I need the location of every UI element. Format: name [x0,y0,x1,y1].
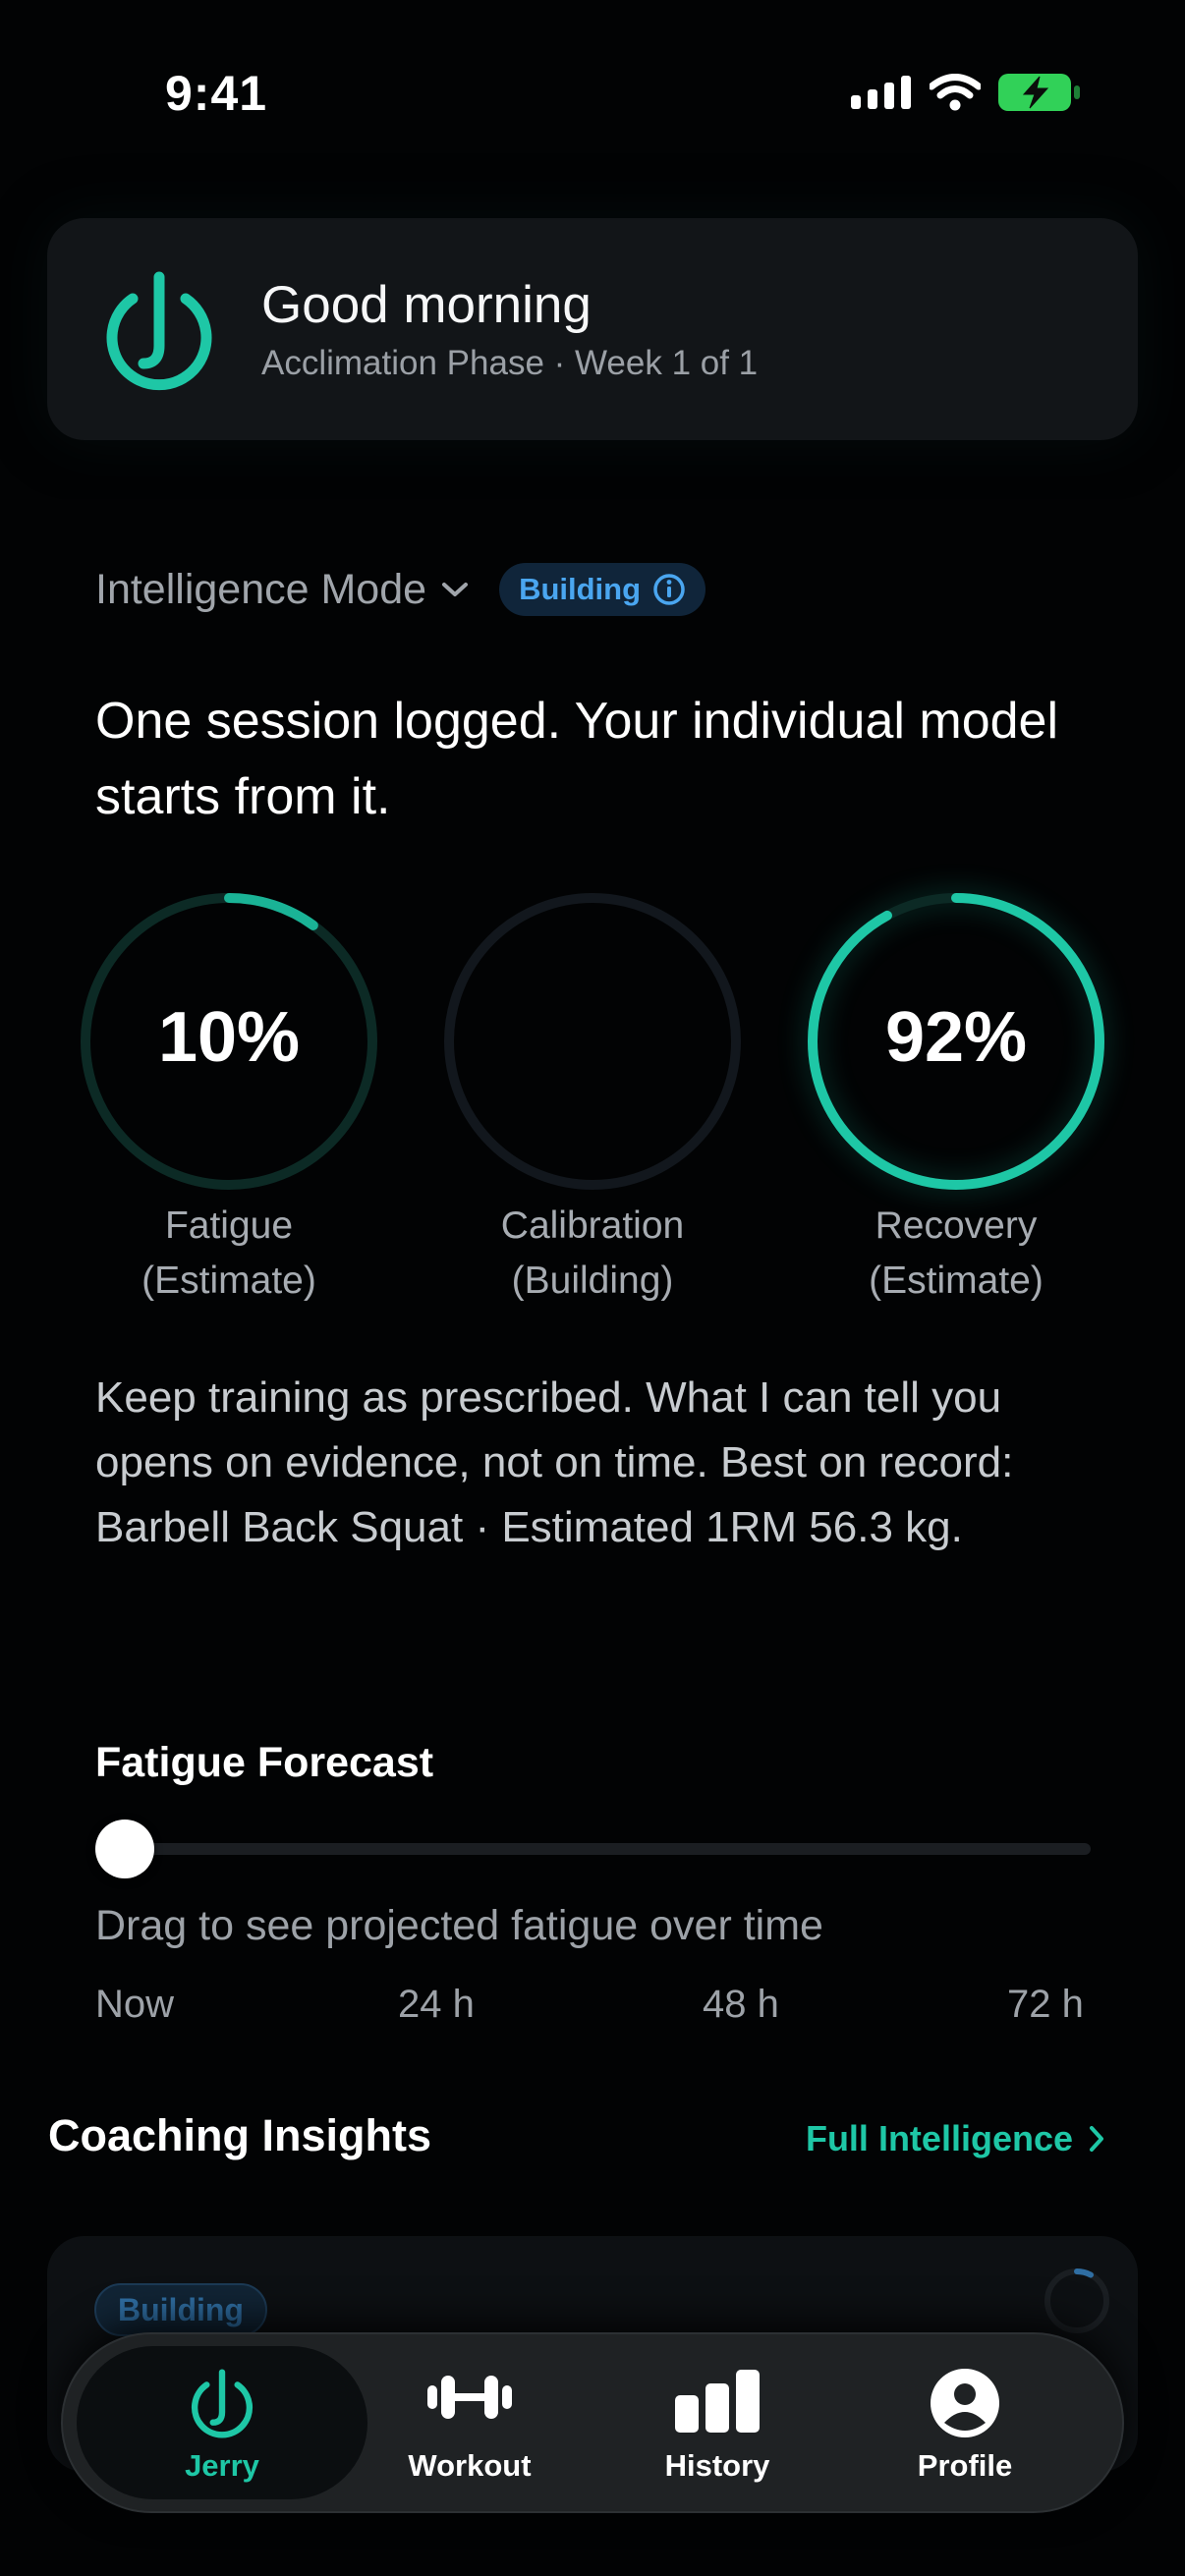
fatigue-metric[interactable]: 10% Fatigue (Estimate) [72,884,386,1316]
forecast-caption: Drag to see projected fatigue over time [95,1902,823,1949]
recovery-metric[interactable]: 92% Recovery (Estimate) [799,884,1113,1316]
tab-workout-label: Workout [408,2448,532,2483]
chevron-down-icon[interactable] [440,580,470,599]
forecast-slider-thumb[interactable] [95,1820,154,1878]
fatigue-value: 10% [157,998,301,1077]
fatigue-label-text: Fatigue [164,1204,294,1247]
calibration-sublabel: (Building) [511,1260,674,1302]
recovery-value: 92% [884,998,1028,1077]
status-bar: 9:41 [0,0,1185,196]
loading-spinner-icon [1044,2268,1109,2333]
tab-jerry-label: Jerry [185,2448,259,2483]
recovery-sublabel: (Estimate) [869,1260,1044,1302]
greeting-card: Good morning Acclimation Phase · Week 1 … [47,218,1138,440]
model-headline: One session logged. Your individual mode… [95,693,1059,825]
greeting-title: Good morning [261,276,592,334]
building-badge-label: Building [519,572,642,606]
calibration-metric[interactable]: Calibration (Building) [435,884,750,1316]
tick-24h: 24 h [398,1983,475,2026]
tab-profile-label: Profile [917,2448,1013,2483]
tab-history[interactable]: History [594,2334,840,2511]
tab-history-label: History [664,2448,770,2483]
bar-chart-icon [675,2370,760,2433]
calibration-label: Calibration (Building) [435,1199,750,1309]
tick-48h: 48 h [703,1983,779,2026]
jerry-logo-icon [106,271,212,391]
forecast-title: Fatigue Forecast [95,1739,434,1786]
status-time: 9:41 [165,66,268,121]
insight-building-badge: Building [94,2283,267,2336]
recovery-label: Recovery (Estimate) [799,1199,1113,1309]
forecast-slider-track[interactable] [123,1843,1091,1855]
dumbbell-icon [427,2376,512,2419]
info-icon[interactable] [652,573,686,606]
full-intelligence-label[interactable]: Full Intelligence [806,2118,1073,2159]
wifi-icon [930,74,981,111]
jerry-logo-icon [191,2369,254,2438]
recovery-label-text: Recovery [875,1204,1038,1247]
battery-charging-icon [998,74,1080,111]
status-icons [851,73,1081,112]
bottom-tab-bar: Jerry Workout History Profile [61,2332,1124,2513]
building-status-badge[interactable]: Building [499,563,706,616]
metric-rings: 10% Fatigue (Estimate) Calibration (Buil… [0,884,1185,1326]
phase-subtitle: Acclimation Phase · Week 1 of 1 [261,344,759,382]
tab-workout[interactable]: Workout [347,2334,592,2511]
coaching-message: Keep training as prescribed. What I can … [95,1373,1014,1551]
calibration-ring [444,893,741,1190]
fatigue-sublabel: (Estimate) [141,1260,316,1302]
chevron-right-icon[interactable] [1087,2124,1106,2154]
full-intelligence-link[interactable]: Full Intelligence [806,2118,1106,2159]
fatigue-label: Fatigue (Estimate) [72,1199,386,1309]
calibration-label-text: Calibration [500,1204,685,1247]
intelligence-mode-selector[interactable]: Intelligence Mode Building [95,562,706,617]
cellular-signal-icon [851,76,911,109]
tab-profile[interactable]: Profile [842,2334,1088,2511]
insights-title: Coaching Insights [48,2110,432,2160]
tab-jerry[interactable]: Jerry [99,2334,345,2511]
tick-72h: 72 h [1007,1983,1084,2026]
person-icon [931,2369,999,2437]
tick-now: Now [95,1983,175,2026]
intelligence-mode-label[interactable]: Intelligence Mode [95,566,426,614]
